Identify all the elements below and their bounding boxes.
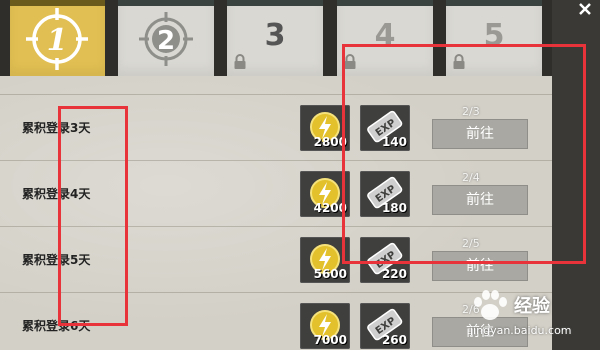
crosshair-icon: 1 — [26, 8, 88, 70]
exp-reward[interactable]: EXP 180 — [360, 171, 410, 217]
coin-quantity: 5600 — [313, 267, 347, 281]
exp-quantity: 220 — [381, 267, 407, 281]
tab-top-strip — [337, 0, 433, 6]
coin-reward[interactable]: 2800 — [300, 105, 350, 151]
list-item: 累积登录4天 4200 EXP 180 2/4 前往 — [0, 160, 552, 227]
tab-5-number: 5 — [483, 18, 505, 53]
watermark-brand: 经验 — [514, 296, 550, 317]
coin-reward[interactable]: 7000 — [300, 303, 350, 349]
lock-icon — [234, 54, 246, 69]
progress-text: 2/4 — [462, 171, 480, 184]
crosshair-icon: 2 — [139, 12, 193, 66]
exp-reward[interactable]: EXP 260 — [360, 303, 410, 349]
screen: 1 2 3 4 5 累积登录3天 2800 EXP 140 2/3 前往 累积登… — [0, 0, 600, 350]
tab-1-number: 1 — [47, 23, 68, 58]
coin-quantity: 4200 — [313, 201, 347, 215]
tab-4[interactable]: 4 — [337, 0, 433, 79]
progress-text: 2/3 — [462, 105, 480, 118]
list-item: 累积登录5天 5600 EXP 220 2/5 前往 — [0, 226, 552, 293]
list-item: 累积登录3天 2800 EXP 140 2/3 前往 — [0, 94, 552, 161]
coin-reward[interactable]: 5600 — [300, 237, 350, 283]
watermark-url: jingyan.baidu.com — [470, 324, 572, 337]
coin-quantity: 2800 — [313, 135, 347, 149]
close-icon[interactable] — [578, 2, 592, 16]
lock-icon — [453, 54, 465, 69]
paw-logo-icon — [474, 290, 507, 320]
tab-3-number: 3 — [264, 18, 286, 53]
coin-reward[interactable]: 4200 — [300, 171, 350, 217]
exp-quantity: 260 — [381, 333, 407, 347]
tab-1[interactable]: 1 — [10, 0, 105, 79]
tab-4-number: 4 — [374, 18, 396, 53]
exp-reward[interactable]: EXP 220 — [360, 237, 410, 283]
watermark: 经验 jingyan.baidu.com — [470, 286, 600, 350]
coin-quantity: 7000 — [313, 333, 347, 347]
exp-quantity: 180 — [381, 201, 407, 215]
task-label: 累积登录3天 — [22, 121, 91, 135]
task-label: 累积登录5天 — [22, 253, 91, 267]
exp-quantity: 140 — [381, 135, 407, 149]
tab-top-strip — [227, 0, 323, 6]
tab-3[interactable]: 3 — [227, 0, 323, 79]
tab-5[interactable]: 5 — [446, 0, 542, 79]
task-label: 累积登录4天 — [22, 187, 91, 201]
go-button[interactable]: 前往 — [432, 185, 528, 215]
go-button[interactable]: 前往 — [432, 119, 528, 149]
progress-text: 2/5 — [462, 237, 480, 250]
lock-icon — [344, 54, 356, 69]
tab-top-strip — [446, 0, 542, 6]
tab-2[interactable]: 2 — [118, 0, 214, 79]
go-button[interactable]: 前往 — [432, 251, 528, 281]
exp-reward[interactable]: EXP 140 — [360, 105, 410, 151]
task-label: 累积登录6天 — [22, 319, 91, 333]
tab-2-number: 2 — [157, 26, 175, 56]
